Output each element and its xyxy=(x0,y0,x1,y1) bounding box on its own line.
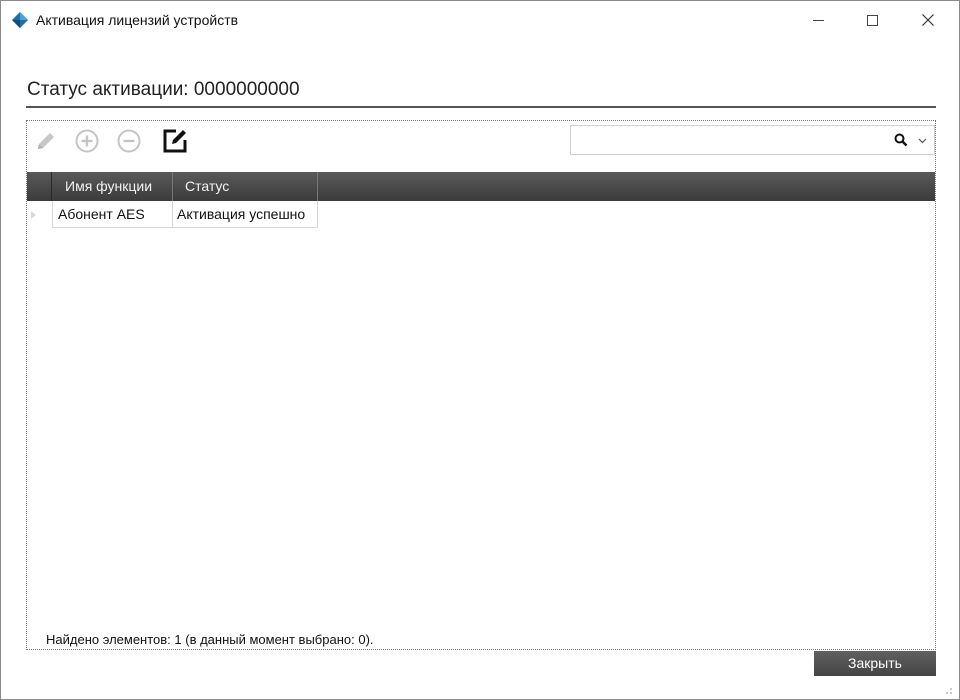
search-icon[interactable] xyxy=(894,133,908,147)
table-row[interactable]: Абонент AES Активация успешно xyxy=(27,201,318,228)
maximize-button[interactable] xyxy=(849,1,895,39)
close-window-button[interactable] xyxy=(905,1,951,39)
edit-button[interactable] xyxy=(32,127,60,155)
maximize-icon xyxy=(866,14,878,26)
close-icon xyxy=(922,14,934,26)
grid-header: Имя функции Статус xyxy=(27,172,935,201)
row-header-corner xyxy=(27,172,52,201)
title-bar[interactable]: Активация лицензий устройств xyxy=(1,1,959,39)
cell-function-name[interactable]: Абонент AES xyxy=(52,201,173,228)
minimize-icon xyxy=(812,19,824,21)
cell-status[interactable]: Активация успешно xyxy=(173,201,318,228)
app-diamond-icon xyxy=(12,12,28,28)
minus-circle-icon xyxy=(117,129,141,153)
pencil-icon xyxy=(38,133,54,149)
add-button[interactable] xyxy=(73,127,101,155)
remove-button[interactable] xyxy=(115,127,143,155)
close-button[interactable]: Закрыть xyxy=(814,651,936,676)
plus-circle-icon xyxy=(75,129,99,153)
resize-grip-icon[interactable] xyxy=(937,681,955,697)
functions-panel: Имя функции Статус Абонент AES Активация… xyxy=(26,120,936,650)
chevron-down-icon[interactable] xyxy=(918,136,927,145)
minimize-button[interactable] xyxy=(795,1,841,39)
external-edit-icon xyxy=(163,129,187,153)
window-title: Активация лицензий устройств xyxy=(36,12,239,28)
license-activation-window: Активация лицензий устройств Статус акти… xyxy=(0,0,960,700)
row-indicator-icon xyxy=(31,211,36,219)
search-field[interactable] xyxy=(570,125,935,155)
activation-status-heading: Статус активации: 0000000000 xyxy=(27,79,300,100)
heading-divider xyxy=(26,106,936,108)
column-header-function-name[interactable]: Имя функции xyxy=(52,172,173,201)
found-items-status: Найдено элементов: 1 (в данный момент вы… xyxy=(46,632,374,647)
column-header-status[interactable]: Статус xyxy=(173,172,318,201)
search-input[interactable] xyxy=(575,130,885,150)
open-edit-button[interactable] xyxy=(161,127,189,155)
